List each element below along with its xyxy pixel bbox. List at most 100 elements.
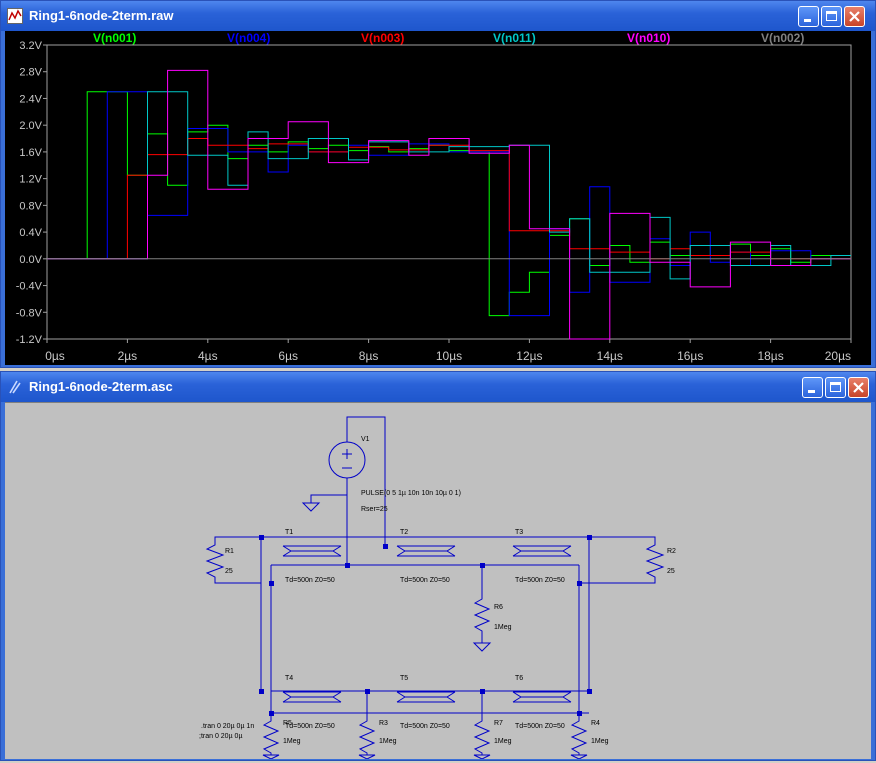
schematic-app-icon [9, 380, 21, 394]
y-tick-label: -0.4V [16, 281, 43, 293]
x-tick-label: 2µs [118, 349, 138, 363]
y-tick-label: 1.6V [19, 147, 42, 159]
t2-label: T2 [400, 529, 408, 536]
r2-label: R2 [667, 548, 676, 555]
t3-params: Td=500n Z0=50 [515, 577, 565, 584]
legend-entry-vn004[interactable]: V(n004) [227, 31, 270, 45]
schematic-drawing[interactable]: V1 PULSE(0 5 1µ 10n 10n 10µ 0 1) Rser=25… [5, 403, 871, 760]
r1-value: 25 [225, 568, 233, 575]
legend-entry-vn010[interactable]: V(n010) [627, 31, 670, 45]
waveform-chart[interactable]: V(n001) V(n004) V(n003) V(n011) V(n010) V(n00… [5, 31, 871, 365]
r6-label: R6 [494, 604, 503, 611]
legend-entry-vn001[interactable]: V(n001) [93, 31, 136, 45]
tline-t3[interactable] [512, 545, 572, 557]
minimize-icon [808, 390, 815, 393]
x-tick-label: 18µs [757, 349, 783, 363]
x-tick-label: 8µs [359, 349, 379, 363]
r3-label: R3 [379, 720, 388, 727]
waveform-window[interactable]: Ring1-6node-2term.raw V(n001) V(n004) V(n0… [0, 0, 876, 368]
ground-symbol [472, 642, 492, 652]
waveform-window-title: Ring1-6node-2term.raw [29, 8, 174, 23]
t4-params: Td=500n Z0=50 [285, 723, 335, 730]
t4-label: T4 [285, 675, 293, 682]
x-tick-label: 20µs [825, 349, 851, 363]
close-button[interactable] [848, 377, 869, 398]
t1-params: Td=500n Z0=50 [285, 577, 335, 584]
resistor-r3[interactable] [358, 691, 376, 760]
minimize-button[interactable] [798, 6, 819, 27]
tline-t4[interactable] [282, 691, 342, 703]
y-tick-label: 3.2V [19, 40, 42, 52]
v1-value: PULSE(0 5 1µ 10n 10n 10µ 0 1) [361, 490, 461, 497]
maximize-icon [826, 11, 837, 21]
schematic-titlebar[interactable]: Ring1-6node-2term.asc [1, 372, 875, 402]
legend-entry-vn011[interactable]: V(n011) [493, 31, 536, 45]
junction-dots [259, 535, 592, 716]
x-tick-label: 4µs [198, 349, 218, 363]
r6-value: 1Meg [494, 624, 512, 631]
t1-label: T1 [285, 529, 293, 536]
t6-label: T6 [515, 675, 523, 682]
x-tick-label: 16µs [677, 349, 703, 363]
ground-symbol [358, 754, 376, 760]
close-icon [849, 11, 860, 22]
r5-value: 1Meg [283, 738, 301, 745]
r4-label: R4 [591, 720, 600, 727]
ground-symbol [570, 754, 588, 760]
ground-symbol [301, 502, 321, 512]
t2-params: Td=500n Z0=50 [400, 577, 450, 584]
minimize-icon [804, 19, 811, 22]
waveform-plot[interactable]: V(n001) V(n004) V(n003) V(n011) V(n010) V(n00… [5, 31, 871, 365]
minimize-button[interactable] [802, 377, 823, 398]
tline-t2[interactable] [396, 545, 456, 557]
r3-value: 1Meg [379, 738, 397, 745]
y-tick-label: 0.4V [19, 227, 42, 239]
axis-ticks: 3.2V 2.8V 2.4V 2.0V 1.6V 1.2V 0.8V 0.4V 0.0V -0.4… [16, 40, 852, 363]
maximize-icon [830, 382, 841, 392]
resistor-r7[interactable] [473, 691, 491, 760]
close-button[interactable] [844, 6, 865, 27]
x-tick-label: 12µs [516, 349, 542, 363]
legend-entry-vn003[interactable]: V(n003) [361, 31, 404, 45]
resistor-r2[interactable] [579, 536, 665, 584]
y-tick-label: -0.8V [16, 307, 43, 319]
y-tick-label: 1.2V [19, 174, 42, 186]
x-tick-label: 0µs [45, 349, 65, 363]
tran-directive[interactable]: .tran 0 20µ 0µ 1n [201, 723, 254, 730]
r2-value: 25 [667, 568, 675, 575]
waveform-app-icon [7, 8, 23, 24]
t6-params: Td=500n Z0=50 [515, 723, 565, 730]
t3-label: T3 [515, 529, 523, 536]
y-tick-label: 2.4V [19, 93, 42, 105]
legend-entry-vn002[interactable]: V(n002) [761, 31, 804, 45]
maximize-button[interactable] [825, 377, 846, 398]
trace-vn010[interactable] [47, 69, 851, 340]
y-tick-label: 2.0V [19, 120, 42, 132]
x-tick-label: 10µs [436, 349, 462, 363]
t5-params: Td=500n Z0=50 [400, 723, 450, 730]
close-icon [853, 382, 864, 393]
v1-label: V1 [361, 436, 370, 443]
trace-legend: V(n001) V(n004) V(n003) V(n011) V(n010) V(n00… [93, 31, 804, 45]
x-tick-label: 14µs [597, 349, 623, 363]
tran-comment[interactable]: ;tran 0 20µ 0µ [199, 733, 242, 740]
y-tick-label: -1.2V [16, 334, 43, 346]
resistor-r5[interactable] [262, 713, 280, 760]
r1-label: R1 [225, 548, 234, 555]
y-tick-label: 0.8V [19, 200, 42, 212]
maximize-button[interactable] [821, 6, 842, 27]
t5-label: T5 [400, 675, 408, 682]
y-tick-label: 0.0V [19, 254, 42, 266]
tline-t1[interactable] [282, 545, 342, 557]
schematic-window[interactable]: Ring1-6node-2term.asc V1 PULSE(0 5 1µ 10… [0, 371, 876, 761]
ground-symbol [473, 754, 491, 760]
schematic-canvas[interactable]: V1 PULSE(0 5 1µ 10n 10n 10µ 0 1) Rser=25… [5, 402, 871, 760]
tline-t6[interactable] [512, 691, 572, 703]
resistor-r1[interactable] [205, 536, 261, 584]
waveform-titlebar[interactable]: Ring1-6node-2term.raw [1, 1, 875, 31]
resistor-r6[interactable] [472, 565, 492, 652]
tline-t5[interactable] [396, 691, 456, 703]
resistor-r4[interactable] [570, 713, 588, 760]
r4-value: 1Meg [591, 738, 609, 745]
trace-group [47, 69, 851, 340]
